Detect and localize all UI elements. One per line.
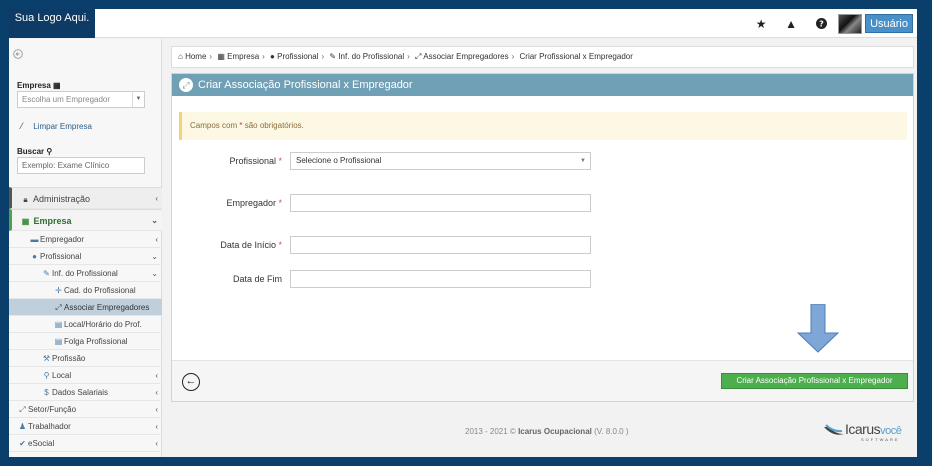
page-title: Criar Associação Profissional x Empregad… — [198, 79, 413, 91]
pencil-icon: ✎ — [329, 52, 337, 61]
panel-footer: ← Criar Associação Profissional x Empreg… — [172, 360, 913, 401]
dollar-icon: $ — [44, 388, 49, 397]
map-marker-icon: ⚲ — [43, 371, 50, 380]
chevron-down-icon: ▼ — [580, 158, 586, 164]
data-inicio-field[interactable] — [290, 236, 591, 254]
empresa-select[interactable]: Escolha um Empregador ▼ — [17, 91, 145, 108]
sidebar-menu: 🔒︎ Administração ‹ ▦ Empresa ⌄ ▬ Empregad… — [9, 187, 162, 452]
sidebar-item-setor-funcao[interactable]: ⤢ Setor/Função ‹ — [9, 401, 162, 418]
back-arrow-icon[interactable]: ← — [182, 373, 200, 391]
question-icon[interactable]: ? — [806, 12, 836, 35]
broom-icon: ⁄ — [21, 121, 23, 131]
avatar[interactable] — [838, 13, 863, 34]
brand-logo: Icarusvocê SOFTWARE — [821, 419, 911, 442]
footer-copyright: 2013 - 2021 © Icarus Ocupacional (V. 8.0… — [465, 427, 629, 436]
chevron-down-icon: ⌄ — [151, 252, 158, 261]
sidebar-item-administracao[interactable]: 🔒︎ Administração ‹ — [9, 187, 162, 209]
sidebar-item-local[interactable]: ⚲ Local ‹ — [9, 367, 162, 384]
chevron-left-icon: ‹ — [155, 439, 158, 448]
breadcrumb-profissional[interactable]: Profissional — [277, 52, 318, 61]
building-icon: ▦ — [21, 217, 30, 226]
empregador-label: Empregador * — [226, 198, 282, 208]
briefcase-icon: ▬ — [30, 235, 39, 244]
user-button[interactable]: Usuário — [865, 14, 913, 33]
required-alert: Campos com * são obrigatórios. — [179, 112, 907, 140]
panel-header: ⤢ Criar Associação Profissional x Empreg… — [172, 74, 913, 96]
warning-icon[interactable]: ▲ — [776, 12, 806, 35]
calendar-icon: ▤ — [54, 337, 63, 346]
person-icon: ♟ — [18, 422, 27, 431]
chevron-left-icon: ‹ — [155, 405, 158, 414]
home-icon: ⌂ — [178, 52, 183, 61]
breadcrumb-inf-profissional[interactable]: Inf. do Profissional — [338, 52, 404, 61]
sidebar: Empresa ▦ Escolha um Empregador ▼ ⁄ Limp… — [9, 39, 162, 457]
chevron-down-icon: ⌄ — [151, 216, 158, 225]
data-fim-field[interactable] — [290, 270, 591, 288]
chevron-left-icon: ‹ — [155, 235, 158, 244]
chevron-left-icon: ‹ — [155, 388, 158, 397]
profissional-select[interactable]: Selecione o Profissional ▼ — [290, 152, 591, 170]
chevron-left-icon: ‹ — [155, 194, 158, 203]
data-inicio-label: Data de Início * — [220, 240, 282, 250]
chevron-left-icon: ‹ — [155, 371, 158, 380]
chevron-left-icon: ‹ — [155, 422, 158, 431]
app-window: Sua Logo Aqui. ★ ▲ ? Usuário Empresa ▦ E… — [9, 9, 917, 457]
check-icon: ✔ — [19, 439, 26, 448]
sidebar-item-associar-empregadores[interactable]: ⤢ Associar Empregadores — [9, 299, 162, 316]
sidebar-item-folga[interactable]: ▤ Folga Profissional — [9, 333, 162, 350]
chevron-down-icon: ▼ — [132, 92, 144, 107]
sidebar-item-empregador[interactable]: ▬ Empregador ‹ — [9, 231, 162, 248]
empregador-field[interactable] — [290, 194, 591, 212]
pencil-icon: ✎ — [43, 269, 50, 278]
empresa-label: Empresa ▦ — [17, 81, 61, 90]
data-fim-label: Data de Fim — [232, 274, 282, 284]
sidebar-item-cad-profissional[interactable]: ✛ Cad. do Profissional — [9, 282, 162, 299]
breadcrumb-empresa[interactable]: Empresa — [227, 52, 259, 61]
sidebar-item-inf-profissional[interactable]: ✎ Inf. do Profissional ⌄ — [9, 265, 162, 282]
link-icon: ⤢ — [179, 78, 193, 92]
breadcrumb-associar[interactable]: Associar Empregadores — [423, 52, 508, 61]
clear-empresa-link[interactable]: ⁄ Limpar Empresa — [21, 121, 92, 131]
sitemap-icon: ⤢ — [19, 405, 26, 414]
breadcrumb: ⌂ Home › ▦ Empresa › ● Profissional › ✎ Inf… — [171, 46, 914, 68]
star-icon[interactable]: ★ — [746, 12, 776, 35]
submit-button[interactable]: Criar Associação Profissional x Empregad… — [721, 373, 908, 389]
buscar-label: Buscar ⚲ — [17, 147, 53, 156]
svg-text:?: ? — [819, 20, 824, 29]
search-input[interactable]: Exemplo: Exame Clínico — [17, 157, 145, 174]
calendar-icon: ▤ — [54, 320, 63, 329]
sidebar-item-esocial[interactable]: ✔ eSocial ‹ — [9, 435, 162, 452]
top-bar: Sua Logo Aqui. ★ ▲ ? Usuário — [9, 9, 917, 38]
breadcrumb-home[interactable]: Home — [185, 52, 206, 61]
link-icon: ⤢ — [55, 303, 62, 312]
breadcrumb-current: Criar Profissional x Empregador — [519, 52, 633, 61]
sidebar-item-profissao[interactable]: ⚒ Profissão — [9, 350, 162, 367]
sidebar-item-dados-salariais[interactable]: $ Dados Salariais ‹ — [9, 384, 162, 401]
swoosh-icon — [824, 424, 844, 435]
collapse-sidebar-icon[interactable] — [13, 49, 23, 62]
profissional-label: Profissional * — [229, 156, 282, 166]
top-icons: ★ ▲ ? Usuário — [746, 12, 913, 35]
wrench-icon: ⚒ — [42, 354, 51, 363]
sidebar-item-trabalhador[interactable]: ♟ Trabalhador ‹ — [9, 418, 162, 435]
logo[interactable]: Sua Logo Aqui. — [9, 9, 95, 38]
building-icon: ▦ — [217, 52, 225, 61]
user-icon: ● — [270, 52, 275, 61]
lock-icon: 🔒︎ — [23, 195, 28, 204]
down-arrow-icon — [796, 304, 840, 353]
sidebar-item-profissional[interactable]: ● Profissional ⌄ — [9, 248, 162, 265]
plus-icon: ✛ — [55, 286, 62, 295]
user-icon: ● — [32, 252, 37, 261]
chevron-down-icon: ⌄ — [151, 269, 158, 278]
sidebar-item-local-horario[interactable]: ▤ Local/Horário do Prof. — [9, 316, 162, 333]
link-icon: ⤢ — [415, 52, 422, 61]
building-icon: ▦ — [53, 81, 61, 90]
search-icon: ⚲ — [46, 147, 53, 156]
sidebar-item-empresa[interactable]: ▦ Empresa ⌄ — [9, 209, 162, 231]
